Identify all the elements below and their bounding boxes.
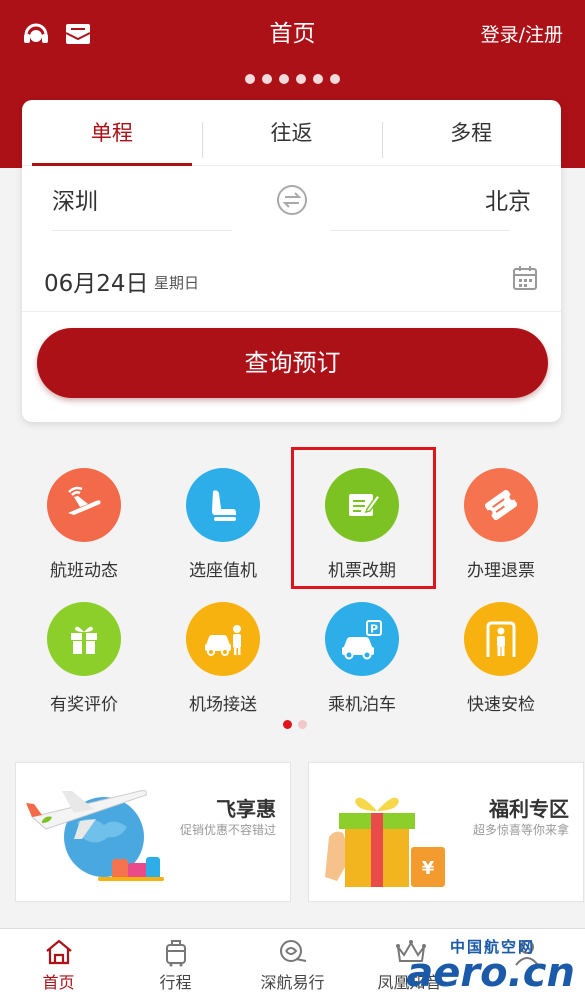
svg-text:¥: ¥ bbox=[422, 858, 435, 879]
banner-dot[interactable] bbox=[296, 74, 306, 84]
highlight-box bbox=[291, 447, 436, 589]
promo-card-benefits[interactable]: ¥ 福利专区 超多惊喜等你来拿 bbox=[308, 762, 584, 902]
luggage-icon bbox=[161, 937, 191, 967]
banner-dot[interactable] bbox=[313, 74, 323, 84]
seat-icon bbox=[186, 468, 260, 542]
pager-dot-active[interactable] bbox=[283, 720, 292, 729]
tab-home[interactable]: 首页 bbox=[0, 929, 117, 1000]
divider bbox=[330, 230, 510, 231]
promo-subtitle: 促销优惠不容错过 bbox=[179, 823, 276, 837]
service-label: 机场接送 bbox=[189, 695, 257, 715]
refund-ticket-icon bbox=[464, 468, 538, 542]
banner-dot[interactable] bbox=[279, 74, 289, 84]
tab-label: 行程 bbox=[159, 973, 192, 992]
gift-box-illustration: ¥ bbox=[315, 777, 465, 899]
banner-dot[interactable] bbox=[245, 74, 255, 84]
tab-label: 首页 bbox=[42, 973, 75, 992]
security-check-icon bbox=[464, 602, 538, 676]
divider bbox=[52, 230, 232, 231]
promo-card-deals[interactable]: 飞享惠 促销优惠不容错过 bbox=[15, 762, 291, 902]
promo-title: 福利专区 bbox=[489, 797, 569, 821]
promo-subtitle: 超多惊喜等你来拿 bbox=[472, 823, 569, 837]
car-driver-icon bbox=[186, 602, 260, 676]
aero-cn-watermark: 中国航空网 aero.cn bbox=[399, 934, 577, 996]
watermark-en: aero.cn bbox=[406, 950, 575, 996]
service-label: 办理退票 bbox=[467, 561, 535, 581]
tab-round-trip[interactable]: 往返 bbox=[202, 100, 382, 165]
calendar-icon[interactable] bbox=[511, 264, 539, 292]
service-label: 乘机泊车 bbox=[328, 695, 396, 715]
service-flight-status[interactable]: 航班动态 bbox=[24, 468, 144, 581]
search-flights-button[interactable]: 查询预订 bbox=[37, 328, 548, 398]
service-seat-checkin[interactable]: 选座值机 bbox=[163, 468, 283, 581]
departure-date: 06月24日 bbox=[44, 271, 149, 297]
svg-text:P: P bbox=[370, 623, 378, 636]
tab-easy-travel[interactable]: 深航易行 bbox=[234, 929, 351, 1000]
service-airport-transfer[interactable]: 机场接送 bbox=[163, 602, 283, 715]
date-picker-row[interactable]: 06月24日 星期日 bbox=[22, 250, 561, 312]
banner-pager bbox=[0, 74, 585, 84]
promo-title: 飞享惠 bbox=[216, 797, 276, 821]
pager-dot[interactable] bbox=[298, 720, 307, 729]
home-icon bbox=[44, 937, 74, 967]
mail-icon[interactable] bbox=[62, 18, 94, 50]
gift-icon bbox=[47, 602, 121, 676]
plane-globe-illustration bbox=[22, 777, 172, 899]
service-parking[interactable]: P 乘机泊车 bbox=[302, 602, 422, 715]
service-label: 选座值机 bbox=[189, 561, 257, 581]
banner-dot[interactable] bbox=[262, 74, 272, 84]
trip-type-tabs: 单程 往返 多程 bbox=[22, 100, 561, 166]
login-register-link[interactable]: 登录/注册 bbox=[481, 20, 563, 50]
service-rate-reward[interactable]: 有奖评价 bbox=[24, 602, 144, 715]
service-label: 航班动态 bbox=[50, 561, 118, 581]
flight-search-card: 单程 往返 多程 深圳 北京 06月24日 星期日 查询预订 bbox=[22, 100, 561, 422]
easy-travel-icon bbox=[278, 937, 308, 967]
service-pager bbox=[283, 720, 307, 729]
departure-city[interactable]: 深圳 bbox=[52, 182, 98, 222]
service-refund[interactable]: 办理退票 bbox=[441, 468, 561, 581]
departure-weekday: 星期日 bbox=[154, 274, 200, 292]
tab-divider bbox=[202, 122, 203, 158]
tab-multi-city[interactable]: 多程 bbox=[381, 100, 561, 165]
tab-divider bbox=[382, 122, 383, 158]
arrival-city[interactable]: 北京 bbox=[485, 182, 531, 222]
banner-dot[interactable] bbox=[330, 74, 340, 84]
route-row: 深圳 北京 bbox=[22, 174, 561, 234]
tab-label: 深航易行 bbox=[260, 973, 325, 992]
tab-itinerary[interactable]: 行程 bbox=[117, 929, 234, 1000]
headset-icon[interactable] bbox=[20, 18, 52, 50]
plane-takeoff-icon bbox=[47, 468, 121, 542]
swap-cities-icon[interactable] bbox=[276, 184, 308, 216]
tab-one-way[interactable]: 单程 bbox=[22, 100, 202, 166]
service-fast-security[interactable]: 快速安检 bbox=[441, 602, 561, 715]
service-label: 快速安检 bbox=[467, 695, 535, 715]
service-label: 有奖评价 bbox=[50, 695, 118, 715]
parking-icon: P bbox=[325, 602, 399, 676]
